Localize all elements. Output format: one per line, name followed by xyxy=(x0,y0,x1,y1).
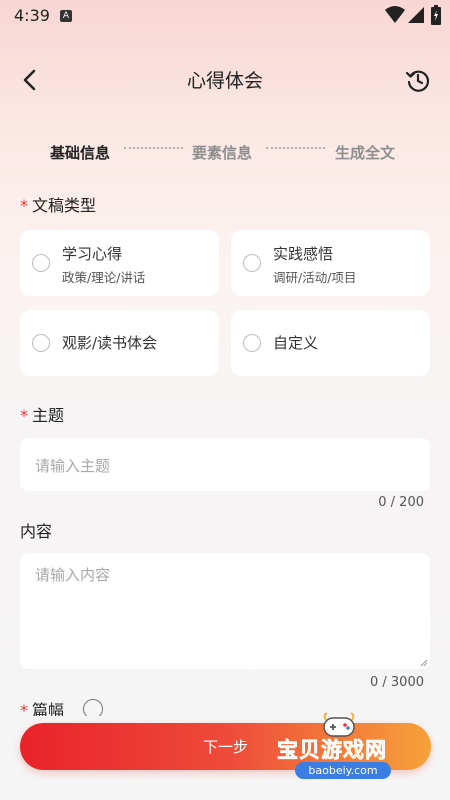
step-basic-info: 基础信息 xyxy=(50,144,111,162)
content-placeholder: 请输入内容 xyxy=(35,566,111,584)
topic-input[interactable]: 请输入主题 xyxy=(20,438,430,491)
content-counter: 0 / 3000 xyxy=(370,675,424,690)
step-generate-full: 生成全文 xyxy=(335,144,396,162)
option-subtitle: 政策/理论/讲话 xyxy=(62,270,146,285)
radio-button[interactable] xyxy=(243,334,261,352)
resize-handle-icon[interactable] xyxy=(420,659,428,667)
required-mark: * xyxy=(20,406,28,425)
status-time: 4:39 xyxy=(14,6,50,25)
step-divider xyxy=(266,147,325,149)
header: 心得体会 xyxy=(0,56,450,104)
signal-icon xyxy=(408,7,424,23)
radio-button[interactable] xyxy=(32,334,50,352)
page-title: 心得体会 xyxy=(186,70,263,92)
doc-type-label: * 文稿类型 xyxy=(20,196,97,215)
required-mark: * xyxy=(20,196,28,215)
option-title: 自定义 xyxy=(273,334,319,352)
option-film-book[interactable]: 观影/读书体会 xyxy=(20,310,219,376)
watermark: 宝贝游戏网 baobeiy.com xyxy=(273,712,433,782)
option-title: 学习心得 xyxy=(62,245,123,263)
history-icon[interactable] xyxy=(404,66,432,94)
content-label: 内容 xyxy=(20,522,53,541)
notification-icon: A xyxy=(60,10,72,22)
option-study-insight[interactable]: 学习心得 政策/理论/讲话 xyxy=(20,230,219,296)
battery-icon xyxy=(431,5,441,25)
option-custom[interactable]: 自定义 xyxy=(231,310,430,376)
option-practice-insight[interactable]: 实践感悟 调研/活动/项目 xyxy=(231,230,430,296)
content-textarea[interactable]: 请输入内容 xyxy=(20,553,430,669)
status-bar: 4:39 A xyxy=(0,0,450,32)
radio-button[interactable] xyxy=(243,254,261,272)
topic-placeholder: 请输入主题 xyxy=(35,457,111,475)
step-divider xyxy=(124,147,183,149)
option-title: 观影/读书体会 xyxy=(62,334,158,352)
stepper: 基础信息 要素信息 生成全文 xyxy=(0,138,450,166)
watermark-url: baobeiy.com xyxy=(295,762,391,779)
wifi-icon xyxy=(385,6,405,23)
option-subtitle: 调研/活动/项目 xyxy=(273,270,357,285)
topic-label: * 主题 xyxy=(20,406,65,425)
step-element-info: 要素信息 xyxy=(192,144,253,162)
topic-counter: 0 / 200 xyxy=(378,495,424,510)
option-title: 实践感悟 xyxy=(273,245,334,263)
watermark-brand: 宝贝游戏网 xyxy=(277,738,387,763)
radio-button[interactable] xyxy=(32,254,50,272)
